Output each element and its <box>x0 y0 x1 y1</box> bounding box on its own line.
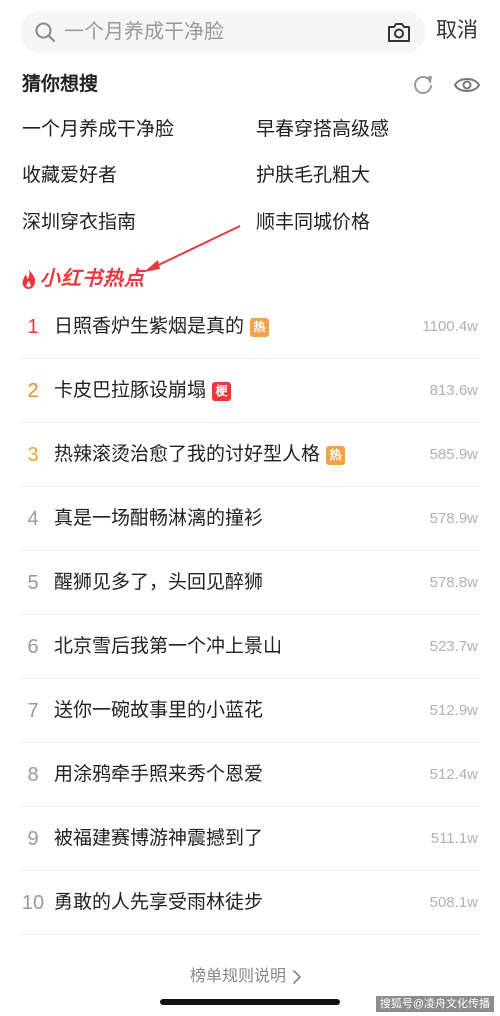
hot-row[interactable]: 9 被福建赛博游神震撼到了 511.1w <box>20 807 480 871</box>
suggestion-item[interactable]: 一个月养成干净脸 <box>22 117 174 143</box>
hot-row[interactable]: 4 真是一场酣畅淋漓的撞衫 578.9w <box>20 487 480 551</box>
hot-tag: 热 <box>250 317 270 337</box>
meme-tag: 梗 <box>212 381 232 401</box>
suggestion-item[interactable]: 护肤毛孔粗大 <box>256 163 370 189</box>
rank-number: 3 <box>27 444 39 466</box>
rank-number: 4 <box>27 508 39 530</box>
home-indicator[interactable] <box>160 999 340 1005</box>
cancel-button[interactable]: 取消 <box>436 17 478 45</box>
suggestion-item[interactable]: 顺丰同城价格 <box>256 210 370 236</box>
view-count: 585.9w <box>429 446 478 463</box>
rank-number: 8 <box>27 764 39 786</box>
hot-topic-label: 勇敢的人先享受雨林徒步 <box>54 892 264 913</box>
rank-number: 6 <box>27 636 39 658</box>
hot-topic: 热辣滚烫治愈了我的讨好型人格热 <box>54 442 346 468</box>
annotation-arrow <box>144 225 241 272</box>
hot-topic-label: 被福建赛博游神震撼到了 <box>54 828 264 849</box>
watermark: 搜狐号@凌舟文化传播 <box>375 996 494 1012</box>
hot-topic-label: 热辣滚烫治愈了我的讨好型人格 <box>54 444 321 465</box>
hot-row[interactable]: 3 热辣滚烫治愈了我的讨好型人格热 585.9w <box>20 423 480 487</box>
view-count: 1100.4w <box>422 318 478 335</box>
view-count: 512.4w <box>429 766 478 783</box>
suggestion-item[interactable]: 深圳穿衣指南 <box>22 210 136 236</box>
chevron-right-icon <box>293 970 301 984</box>
hot-row[interactable]: 10 勇敢的人先享受雨林徒步 508.1w <box>20 871 480 935</box>
hot-topic-label: 北京雪后我第一个冲上景山 <box>54 636 283 657</box>
rank-number: 7 <box>27 700 39 722</box>
hot-topic-label: 日照香炉生紫烟是真的 <box>54 316 245 337</box>
rank-number: 10 <box>21 892 45 914</box>
search-input[interactable]: 一个月养成干净脸 <box>64 20 224 44</box>
suggestions-title: 猜你想搜 <box>22 74 99 95</box>
rank-number: 1 <box>27 316 39 338</box>
rules-link[interactable]: 榜单规则说明 <box>190 966 302 988</box>
rank-number: 2 <box>27 380 39 402</box>
hot-row[interactable]: 5 醒狮见多了，头回见醉狮 578.8w <box>20 551 480 615</box>
hot-topic: 卡皮巴拉豚设崩塌梗 <box>54 378 232 404</box>
view-count: 813.6w <box>429 382 478 399</box>
view-count: 578.9w <box>429 510 478 527</box>
hot-topic-label: 送你一碗故事里的小蓝花 <box>54 700 264 721</box>
hot-topic-label: 用涂鸦牵手照来秀个恩爱 <box>54 764 264 785</box>
search-bar[interactable]: 一个月养成干净脸 <box>20 11 426 53</box>
hot-row[interactable]: 1 日照香炉生紫烟是真的热 1100.4w <box>20 295 480 359</box>
suggestion-item[interactable]: 收藏爱好者 <box>22 163 117 189</box>
view-count: 508.1w <box>429 894 478 911</box>
hot-title: 小红书热点 <box>40 268 145 290</box>
hot-tag: 热 <box>326 445 346 465</box>
view-count: 511.1w <box>430 830 478 847</box>
hot-topic-label: 卡皮巴拉豚设崩塌 <box>54 380 207 401</box>
rank-number: 9 <box>27 828 39 850</box>
rank-number: 5 <box>27 572 39 594</box>
hot-row[interactable]: 8 用涂鸦牵手照来秀个恩爱 512.4w <box>20 743 480 807</box>
camera-icon[interactable] <box>386 20 412 44</box>
hot-row[interactable]: 6 北京雪后我第一个冲上景山 523.7w <box>20 615 480 679</box>
hot-row[interactable]: 2 卡皮巴拉豚设崩塌梗 813.6w <box>20 359 480 423</box>
view-count: 512.9w <box>429 702 478 719</box>
search-icon <box>35 22 55 42</box>
hot-topic-label: 真是一场酣畅淋漓的撞衫 <box>54 508 264 529</box>
hot-row[interactable]: 7 送你一碗故事里的小蓝花 512.9w <box>20 679 480 743</box>
hot-topic-label: 醒狮见多了，头回见醉狮 <box>54 572 264 593</box>
rules-label: 榜单规则说明 <box>190 968 287 985</box>
hot-header: 小红书热点 <box>20 264 145 294</box>
flame-icon <box>22 269 36 289</box>
hot-topic: 日照香炉生紫烟是真的热 <box>54 314 270 340</box>
view-count: 523.7w <box>429 638 478 655</box>
view-count: 578.8w <box>429 574 478 591</box>
eye-icon[interactable] <box>454 75 480 95</box>
refresh-icon[interactable] <box>411 73 435 97</box>
suggestion-item[interactable]: 早春穿搭高级感 <box>256 117 389 143</box>
